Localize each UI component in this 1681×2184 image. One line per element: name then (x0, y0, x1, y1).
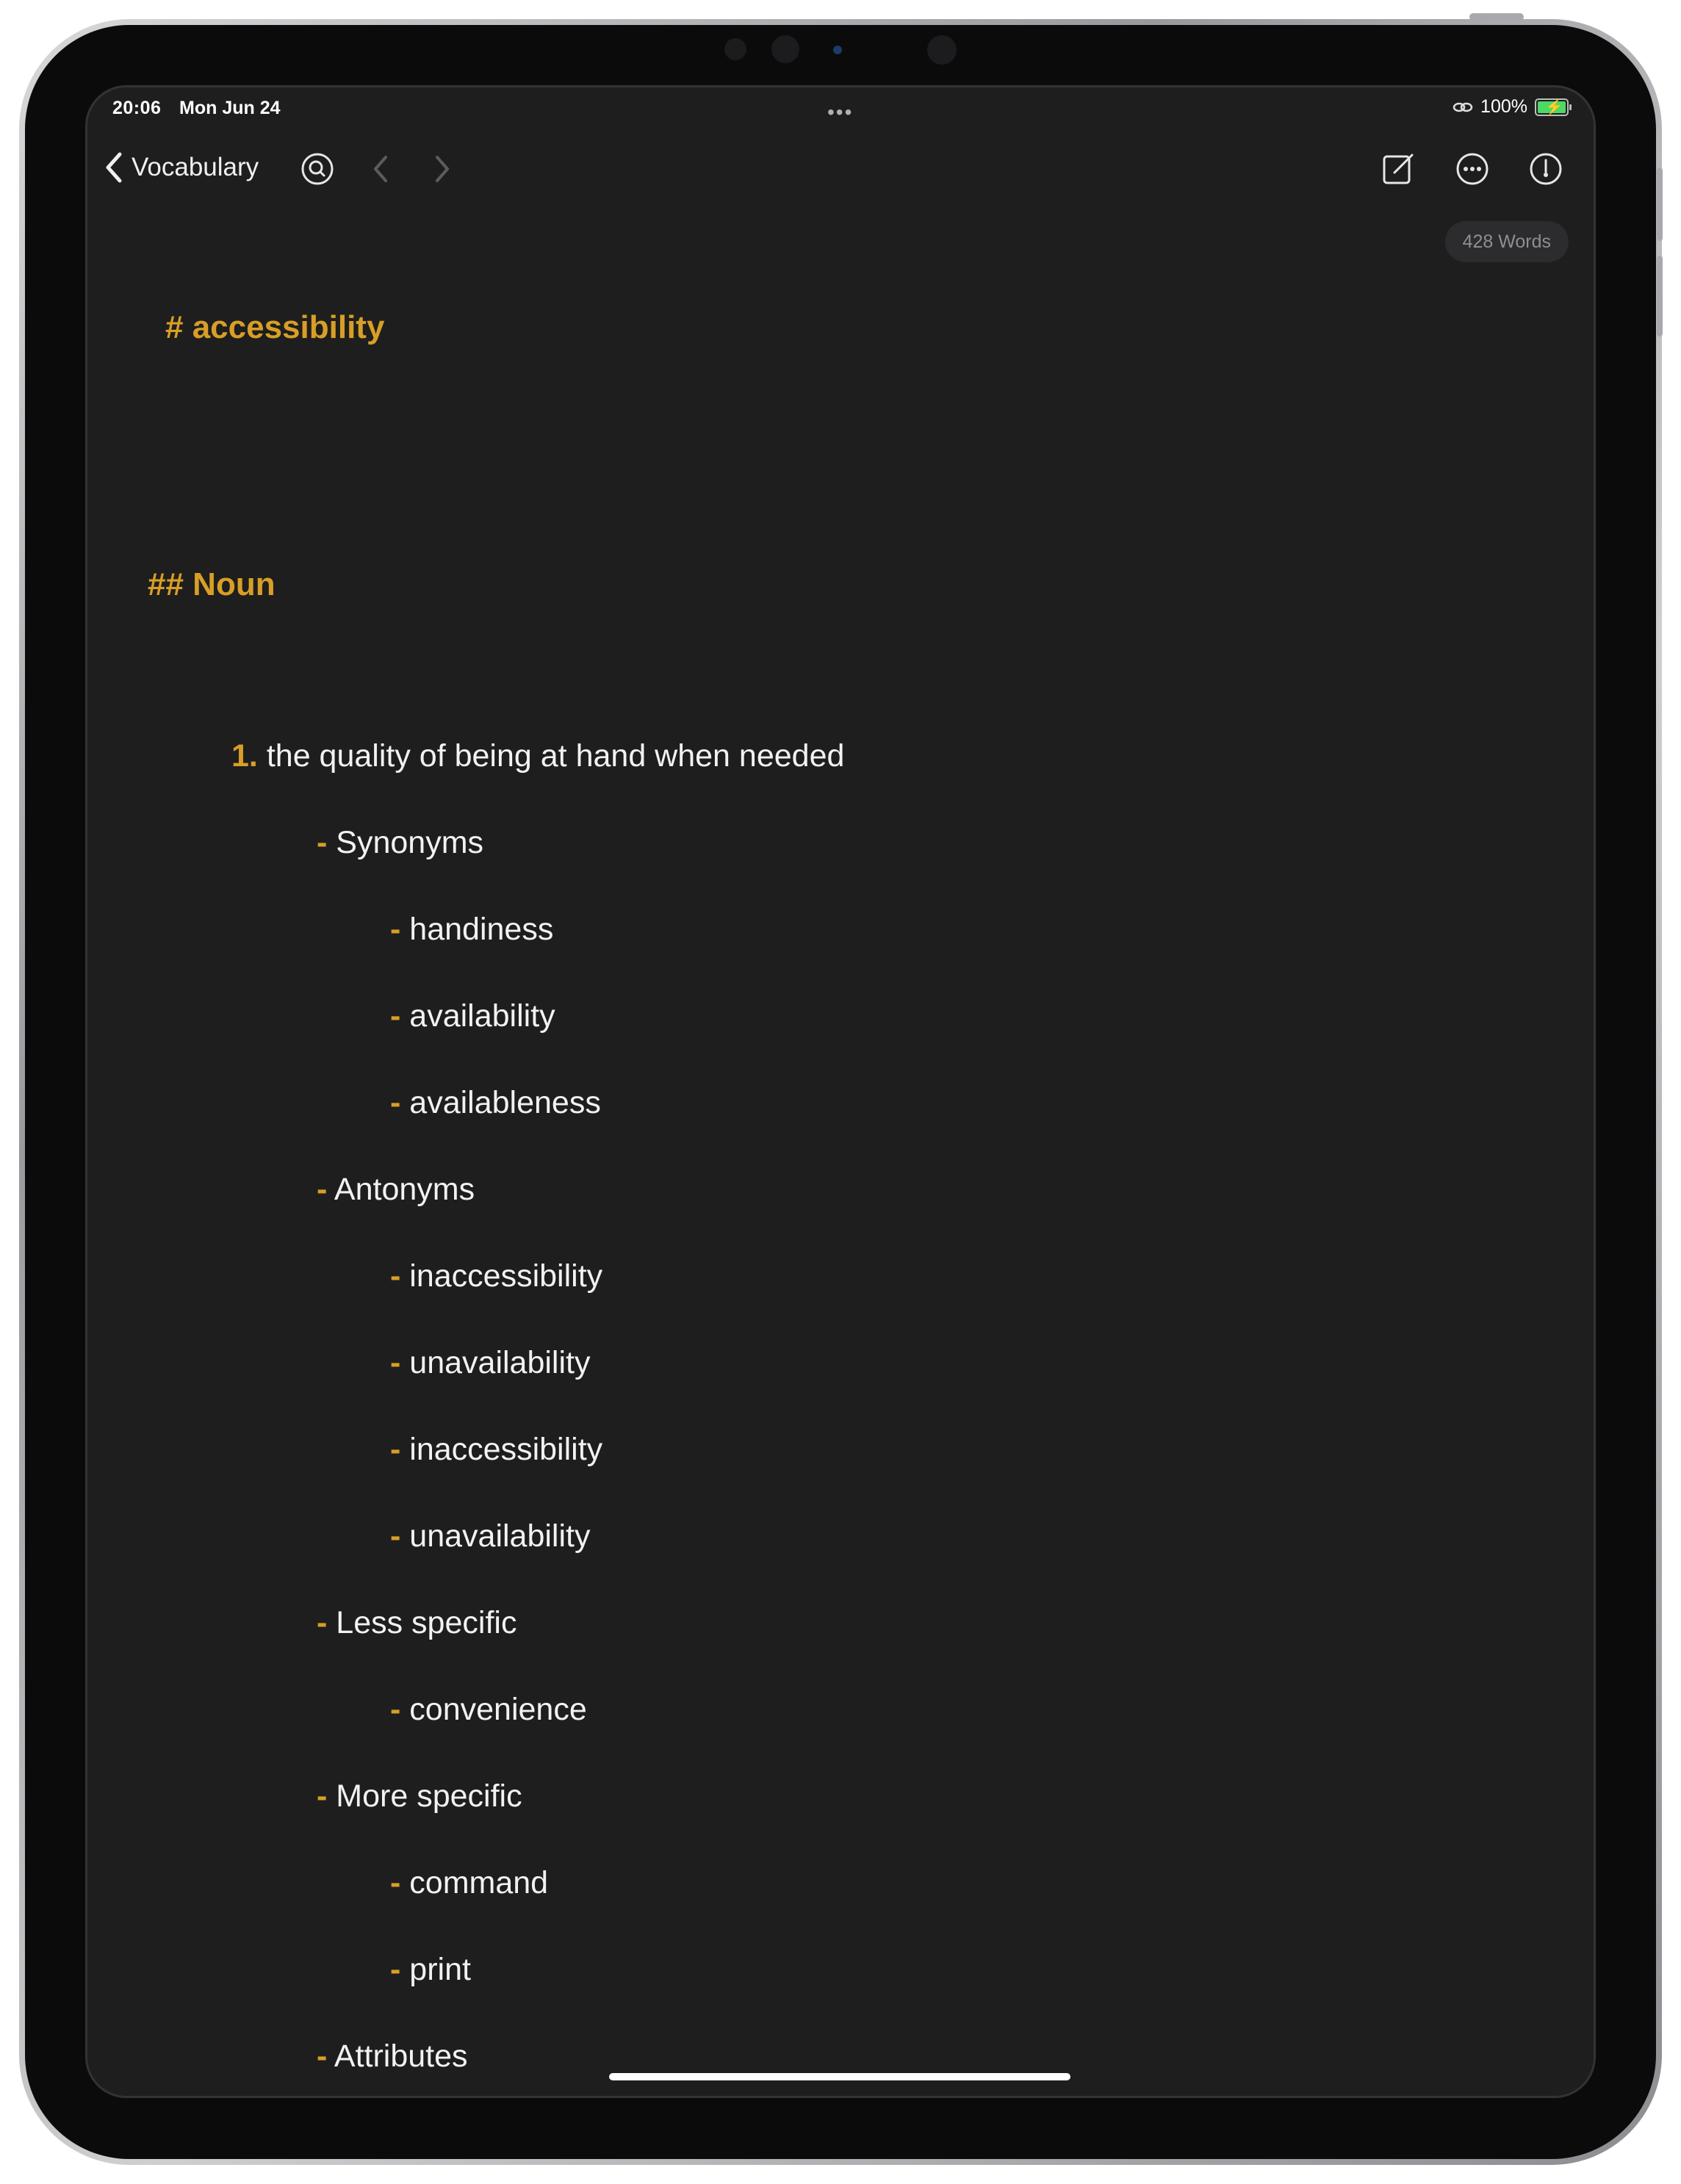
screen: 20:06 Mon Jun 24 ••• 100% ⚡ Vocabulary 4… (85, 85, 1596, 2098)
camera-flash (927, 35, 957, 65)
camera-sensor (833, 46, 842, 54)
heading-2: ## Noun (148, 566, 276, 602)
volume-down-button (1657, 256, 1663, 336)
heading-1: # accessibility (165, 309, 385, 345)
camera-dot (724, 38, 746, 60)
editor[interactable]: # accessibility ## Noun 1. the quality o… (87, 87, 1594, 2096)
list-number: 1. (231, 738, 258, 774)
top-button (1469, 13, 1524, 21)
home-indicator[interactable] (609, 2073, 1070, 2080)
list-item: - inaccessibility (390, 1258, 603, 1294)
list-item-more-specific: - More specific (317, 1778, 522, 1814)
camera-lens (771, 35, 799, 63)
list-item: - unavailability (390, 1518, 591, 1554)
definition-text: the quality of being at hand when needed (266, 738, 845, 774)
list-item: - convenience (390, 1692, 587, 1727)
list-item-less-specific: - Less specific (317, 1605, 517, 1640)
list-item: - command (390, 1865, 549, 1900)
list-item: - handiness (390, 912, 554, 947)
volume-up-button (1657, 167, 1663, 241)
list-item: - unavailability (390, 1345, 591, 1380)
list-item: - inaccessibility (390, 1432, 603, 1467)
list-item-synonyms: - Synonyms (317, 825, 484, 860)
list-item: - print (390, 1952, 471, 1987)
list-item: - availability (390, 998, 555, 1034)
definition-line: 1. the quality of being at hand when nee… (231, 738, 844, 774)
list-item: - availableness (390, 1085, 601, 1120)
list-item-antonyms: - Antonyms (317, 1172, 475, 1207)
list-item-attributes: - Attributes (317, 2039, 468, 2074)
